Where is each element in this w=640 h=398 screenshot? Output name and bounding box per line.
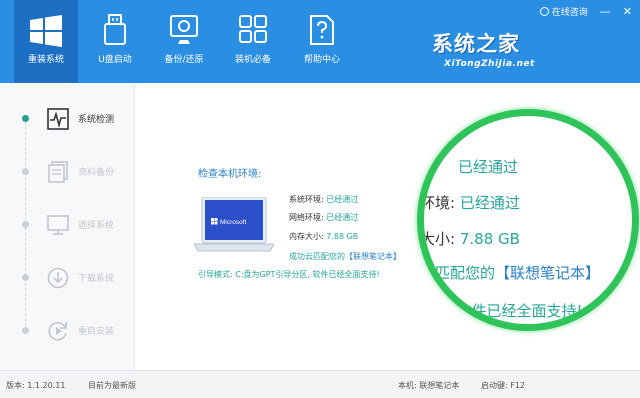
magnified-memory-value: 7.88 GB xyxy=(459,230,520,248)
step-label: 资料备份 xyxy=(78,168,115,178)
magnified-model: 【联想笔记本】 xyxy=(495,264,601,282)
system-env-row: 系统环境: 已经通过 xyxy=(289,194,358,205)
magnified-system-env: 已经通过 xyxy=(458,156,518,177)
nav-reinstall-system[interactable]: 重装系统 xyxy=(14,0,78,83)
magnified-boot-mode: 区, 软件已经全面支持! xyxy=(432,302,583,320)
magnified-system-env-value: 已经通过 xyxy=(458,158,519,176)
monitor-pulse-icon xyxy=(47,108,69,130)
brand-name: 系统之家 xyxy=(432,32,520,56)
step-dot xyxy=(22,168,29,175)
network-env-value: 已经通过 xyxy=(326,213,359,222)
cloud-match-row: 成功云匹配您的【联想笔记本】 xyxy=(289,251,401,262)
usb-drive-icon xyxy=(104,14,126,45)
network-env-row: 网络环境: 已经通过 xyxy=(289,212,358,223)
magnified-cloud-match-text: 云匹配您的 xyxy=(420,264,496,282)
memory-value: 7.88 GB xyxy=(326,232,359,241)
nav-label: 重装系统 xyxy=(27,55,64,65)
minimize-button[interactable]: — xyxy=(600,6,611,17)
step-data-backup: 资料备份 xyxy=(0,157,135,187)
machine-model: 本机: 联想笔记本 xyxy=(398,381,460,390)
step-label: 系统检测 xyxy=(78,115,115,125)
step-dot xyxy=(22,115,29,122)
status-bar: 版本: 1.1.20.11 目前为最新版 本机: 联想笔记本 启动键: F12 xyxy=(0,370,640,398)
step-dot xyxy=(22,274,29,281)
nav-backup-restore[interactable]: 备份/还原 xyxy=(152,0,216,83)
close-button[interactable]: ✕ xyxy=(623,6,632,17)
header: 重装系统 U盘启动 备份/还原 装机必备 帮助中心 在线咨询 — ✕ 系统之家 … xyxy=(0,0,640,83)
boot-mode-text: 引导模式: C:盘为GPT引导分区, 软件已经全面支持! xyxy=(198,270,380,279)
magnifier-callout: 已经通过 环境: 已经通过 大小: 7.88 GB 云匹配您的【联想笔记本】 区… xyxy=(417,109,639,331)
step-label: 选择系统 xyxy=(78,221,115,231)
step-dot xyxy=(22,327,29,334)
desktop-icon xyxy=(47,215,69,235)
magnified-cloud-match: 云匹配您的【联想笔记本】 xyxy=(420,262,601,283)
restart-icon xyxy=(48,322,67,341)
apps-grid-icon xyxy=(239,15,267,43)
step-label: 下载系统 xyxy=(78,274,115,284)
memory-row: 内存大小: 7.88 GB xyxy=(289,231,358,242)
memory-label: 内存大小: xyxy=(289,232,324,241)
version-label: 版本: 1.1.20.11 xyxy=(6,381,66,390)
system-env-label: 系统环境: xyxy=(289,195,324,204)
magnified-network-env: 环境: 已经通过 xyxy=(420,192,520,213)
windows-icon xyxy=(30,15,62,47)
steps-sidebar: 系统检测 资料备份 选择系统 下载系统 重启安装 xyxy=(0,83,135,370)
nav-help-center[interactable]: 帮助中心 xyxy=(290,0,354,83)
nav-label: U盘启动 xyxy=(98,55,132,65)
system-env-value: 已经通过 xyxy=(326,195,359,204)
nav-label: 装机必备 xyxy=(234,55,271,65)
user-icon xyxy=(539,6,549,16)
nav-essentials[interactable]: 装机必备 xyxy=(221,0,285,83)
step-choose-system: 选择系统 xyxy=(0,210,135,240)
cloud-match-text: 成功云匹配您的 xyxy=(289,252,345,261)
step-label: 重启安装 xyxy=(78,327,115,337)
version-status: 目前为最新版 xyxy=(88,381,136,390)
magnified-memory: 大小: 7.88 GB xyxy=(420,228,520,249)
online-consult-link[interactable]: 在线咨询 xyxy=(552,5,588,18)
boot-hotkey: 启动键: F12 xyxy=(481,381,526,390)
nav-label: 备份/还原 xyxy=(164,55,204,65)
step-dot xyxy=(22,221,29,228)
magnified-network-env-value: 已经通过 xyxy=(459,194,520,212)
backup-restore-icon xyxy=(170,15,198,44)
download-icon xyxy=(47,267,69,289)
help-document-icon xyxy=(310,15,334,45)
matched-model: 【联想笔记本】 xyxy=(345,252,401,261)
network-env-label: 网络环境: xyxy=(289,213,324,222)
environment-check-title: 检查本机环境: xyxy=(198,169,262,180)
nav-usb-boot[interactable]: U盘启动 xyxy=(83,0,147,83)
document-copy-icon xyxy=(48,161,68,183)
brand-domain: XiTongZhiJia.net xyxy=(444,59,535,69)
nav-label: 帮助中心 xyxy=(303,55,340,65)
step-restart-install: 重启安装 xyxy=(0,316,135,346)
laptop-illustration: Microsoft xyxy=(194,197,274,252)
step-download-system: 下载系统 xyxy=(0,263,135,293)
magnified-network-env-label: 环境: xyxy=(420,194,456,212)
laptop-screen-logo: Microsoft xyxy=(220,219,247,226)
magnified-memory-label: 大小: xyxy=(420,230,456,248)
step-system-check: 系统检测 xyxy=(0,104,135,134)
brand-logo: 系统之家 XiTongZhiJia.net xyxy=(432,28,628,69)
window-controls: 在线咨询 — ✕ xyxy=(539,4,632,18)
